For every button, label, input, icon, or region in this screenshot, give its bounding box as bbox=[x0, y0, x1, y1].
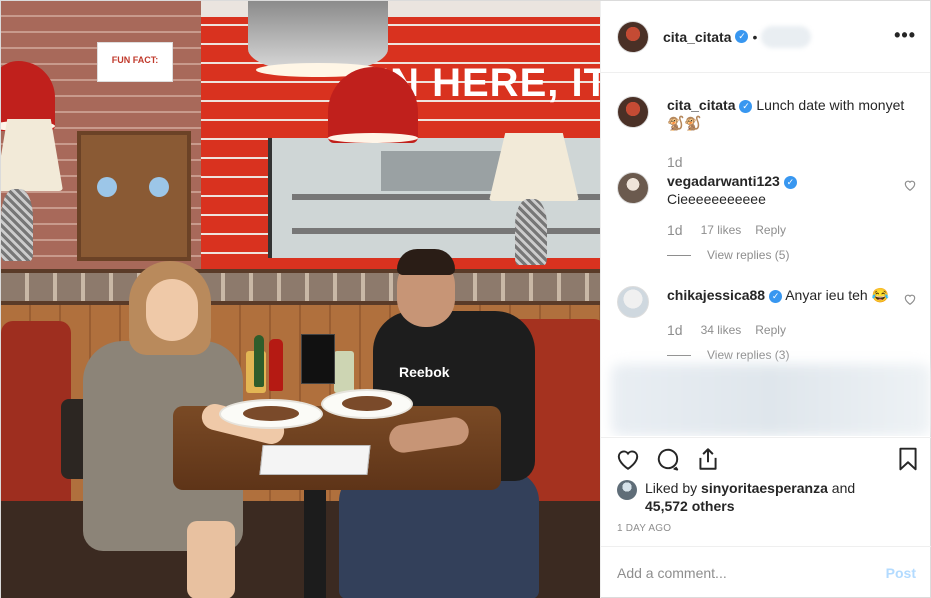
pendant-lamp-large bbox=[248, 1, 388, 77]
author-avatar[interactable] bbox=[617, 20, 649, 53]
post-photo[interactable]: FUN FACT: IN HERE, IT'S A Reebok bbox=[1, 1, 600, 598]
comment-likes[interactable]: 34 likes bbox=[701, 323, 742, 337]
comment-username[interactable]: chikajessica88 bbox=[667, 287, 765, 303]
fun-fact-text: FUN FACT: bbox=[111, 55, 159, 65]
table-lamp-base-left bbox=[1, 189, 33, 261]
comment-meta: 1d 17 likes Reply bbox=[667, 222, 917, 238]
comment-like-heart-icon[interactable] bbox=[903, 292, 917, 306]
post-header: cita_citata ✓ • ••• bbox=[601, 1, 930, 73]
more-icon[interactable]: ••• bbox=[894, 26, 916, 44]
caption-meta: 1d bbox=[667, 154, 917, 170]
comment-avatar[interactable] bbox=[617, 172, 649, 204]
man-jeans bbox=[339, 471, 539, 598]
plate-left bbox=[219, 399, 323, 429]
liked-by-user[interactable]: sinyoritaesperanza bbox=[701, 480, 828, 496]
heart-icon[interactable] bbox=[615, 446, 641, 472]
liked-by: Liked by sinyoritaesperanza and 45,572 o… bbox=[617, 479, 917, 515]
blurred-follow-button[interactable] bbox=[761, 25, 812, 48]
view-replies-line bbox=[667, 254, 691, 256]
table-lamp-base-right bbox=[515, 199, 547, 265]
reply-button[interactable]: Reply bbox=[755, 323, 786, 337]
liked-by-avatar[interactable] bbox=[617, 480, 637, 500]
post-side-panel: cita_citata ✓ • ••• cita_citata ✓ Lunch d… bbox=[600, 1, 931, 598]
comment-avatar[interactable] bbox=[617, 286, 649, 318]
verified-badge-icon: ✓ bbox=[739, 99, 753, 113]
comment-text: vegadarwanti123 ✓ Cieeeeeeeeeee bbox=[667, 172, 917, 208]
post-timestamp[interactable]: 1 DAY AGO bbox=[617, 523, 671, 534]
comment-likes[interactable]: 17 likes bbox=[701, 223, 742, 237]
fun-fact-card: FUN FACT: bbox=[97, 42, 173, 82]
caption-username[interactable]: cita_citata bbox=[667, 97, 735, 113]
share-icon[interactable] bbox=[695, 446, 721, 472]
mirror-rail bbox=[1, 269, 600, 305]
man-hair bbox=[397, 249, 455, 275]
bookmark-icon[interactable] bbox=[895, 446, 921, 472]
kitchen-hood bbox=[381, 151, 501, 191]
menu-stand bbox=[301, 334, 335, 384]
liked-by-prefix: Liked by bbox=[645, 480, 702, 496]
action-bar bbox=[601, 437, 931, 481]
ketchup-bottle bbox=[269, 339, 283, 391]
woman-face bbox=[146, 279, 198, 341]
verified-badge-icon: ✓ bbox=[735, 30, 749, 43]
reply-button[interactable]: Reply bbox=[755, 223, 786, 237]
woman-legs bbox=[187, 521, 235, 598]
comment-like-heart-icon[interactable] bbox=[903, 178, 917, 192]
verified-badge-icon: ✓ bbox=[783, 175, 797, 189]
caption-text: cita_citata ✓ Lunch date with monyet 🐒🐒 bbox=[667, 96, 917, 132]
view-replies-line bbox=[667, 354, 691, 356]
bottle-green bbox=[254, 335, 264, 387]
view-replies-label: View replies (5) bbox=[707, 248, 790, 262]
view-replies-label: View replies (3) bbox=[707, 348, 790, 362]
comments-list[interactable]: cita_citata ✓ Lunch date with monyet 🐒🐒 1… bbox=[601, 74, 931, 436]
door bbox=[77, 131, 191, 261]
caption: cita_citata ✓ Lunch date with monyet 🐒🐒 1… bbox=[617, 96, 917, 170]
blurred-comment bbox=[611, 364, 931, 436]
comment-age[interactable]: 1d bbox=[667, 322, 683, 338]
add-comment-bar: Post bbox=[601, 546, 931, 598]
author-username[interactable]: cita_citata bbox=[663, 29, 731, 45]
liked-by-mid: and bbox=[827, 480, 856, 496]
shirt-logo: Reebok bbox=[399, 364, 450, 380]
comment-text: chikajessica88 ✓ Anyar ieu teh 😂 bbox=[667, 286, 917, 304]
liked-by-text: Liked by sinyoritaesperanza and 45,572 o… bbox=[645, 479, 855, 515]
menu-folder bbox=[259, 445, 371, 475]
comment-username[interactable]: vegadarwanti123 bbox=[667, 173, 780, 189]
caption-age[interactable]: 1d bbox=[667, 154, 683, 170]
table-leg bbox=[304, 490, 326, 598]
instagram-post: FUN FACT: IN HERE, IT'S A Reebok bbox=[0, 0, 931, 598]
add-comment-input[interactable] bbox=[617, 565, 886, 581]
post-comment-button[interactable]: Post bbox=[886, 565, 916, 581]
header-separator: • bbox=[752, 28, 758, 45]
comment-meta: 1d 34 likes Reply bbox=[667, 322, 917, 338]
plate-right bbox=[321, 389, 413, 419]
comment-item: vegadarwanti123 ✓ Cieeeeeeeeeee 1d 17 lik… bbox=[617, 172, 917, 262]
view-replies-button[interactable]: View replies (5) bbox=[667, 248, 917, 262]
caption-avatar[interactable] bbox=[617, 96, 649, 128]
comment-age[interactable]: 1d bbox=[667, 222, 683, 238]
comment-icon[interactable] bbox=[655, 446, 681, 472]
view-replies-button[interactable]: View replies (3) bbox=[667, 348, 917, 362]
comment-body: Anyar ieu teh 😂 bbox=[785, 287, 890, 303]
comment-item: chikajessica88 ✓ Anyar ieu teh 😂 1d 34 li… bbox=[617, 286, 917, 362]
verified-badge-icon: ✓ bbox=[769, 289, 783, 303]
water-glass bbox=[334, 351, 354, 393]
comment-body: Cieeeeeeeeeee bbox=[667, 191, 766, 207]
liked-by-others[interactable]: 45,572 others bbox=[645, 498, 735, 514]
